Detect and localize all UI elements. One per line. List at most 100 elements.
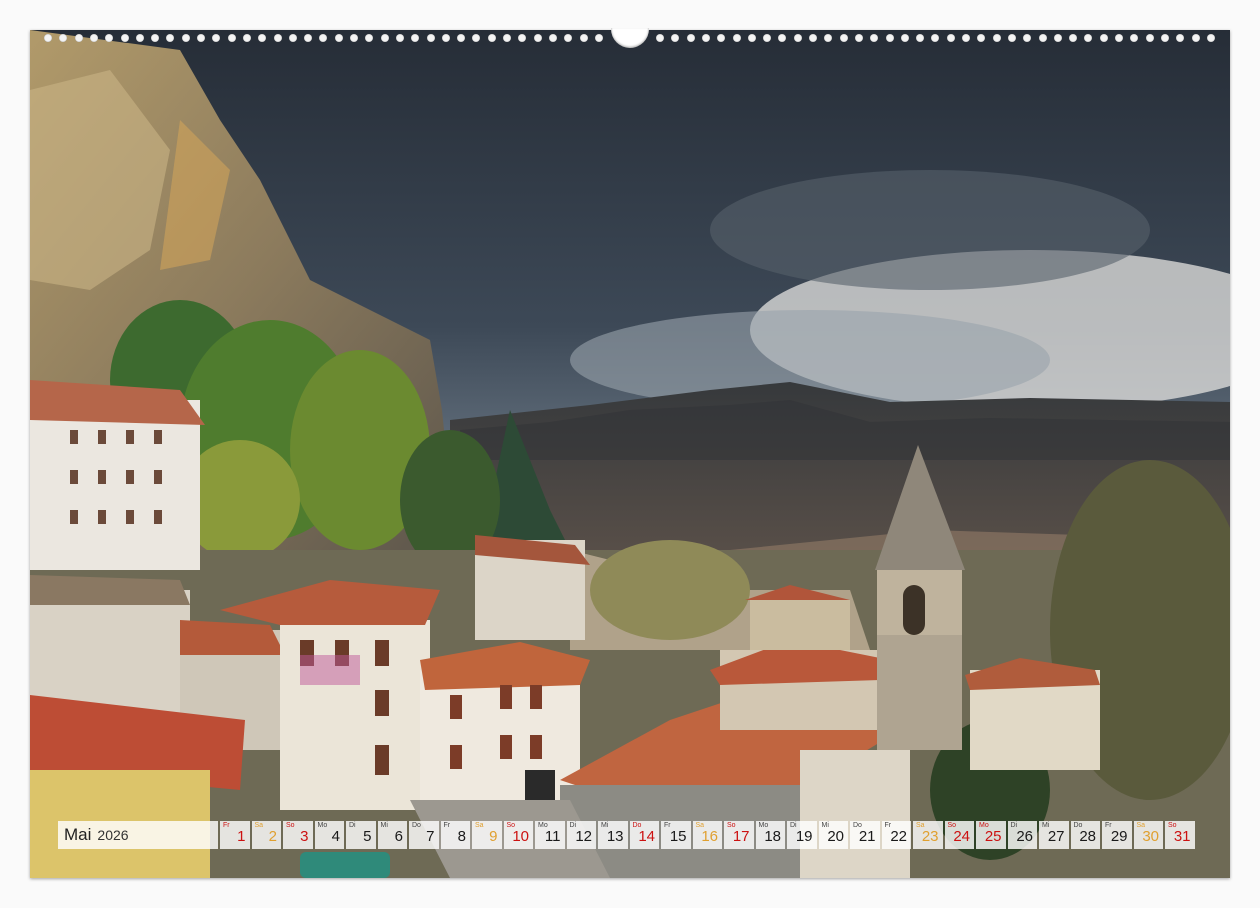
day-cells: Fr 1 Sa 2 So 3 Mo 4 Di 5 Mi 6 Do 7 Fr 8 Sa 9 So 10 Mo 11 Di 12 M…: [220, 821, 1195, 849]
day-number: 20: [827, 828, 844, 845]
binding-hole: [1191, 34, 1200, 42]
binding-hole: [44, 34, 52, 42]
day-cell: Mi 20: [818, 821, 848, 849]
binding-hole: [992, 34, 1001, 42]
day-cell: So 17: [724, 821, 754, 849]
binding-hole: [258, 34, 267, 42]
day-cell: Mo 25: [976, 821, 1006, 849]
binding-hole: [227, 34, 236, 42]
binding-hole: [931, 34, 940, 42]
binding-hole: [380, 34, 389, 42]
binding-hole: [946, 34, 955, 42]
day-number: 1: [237, 828, 246, 845]
day-cell: Sa 2: [251, 821, 281, 849]
day-cell: Mi 27: [1039, 821, 1069, 849]
binding-hole: [457, 34, 466, 42]
binding-hole: [732, 34, 741, 42]
day-number: 3: [300, 828, 309, 845]
day-cell: Mo 18: [755, 821, 785, 849]
day-cell: Mi 13: [598, 821, 628, 849]
binding-hole: [701, 34, 710, 42]
binding-hole: [962, 34, 970, 42]
day-cell: Fr 8: [440, 821, 470, 849]
binding-hole: [977, 34, 986, 42]
day-cell: Do 21: [850, 821, 880, 849]
day-cell: Fr 1: [220, 821, 250, 849]
binding-hole: [1023, 34, 1032, 42]
binding-hole: [395, 34, 404, 42]
binding-hole: [1130, 34, 1139, 42]
day-cell: Fr 29: [1102, 821, 1132, 849]
binding-hole: [503, 34, 511, 42]
binding-hole: [105, 34, 114, 42]
binding-hole: [747, 34, 756, 42]
day-number: 28: [1079, 828, 1096, 845]
weekday-label: So: [286, 822, 295, 829]
binding-hole: [74, 34, 83, 42]
day-number: 22: [890, 828, 907, 845]
day-cell: So 3: [283, 821, 313, 849]
day-number: 29: [1110, 828, 1128, 845]
day-number: 4: [331, 828, 340, 845]
day-cell: So 31: [1165, 821, 1195, 849]
binding-hole: [273, 34, 282, 42]
binding-hole: [548, 34, 557, 42]
day-number: 21: [858, 828, 876, 845]
day-cell: Fr 22: [881, 821, 911, 849]
month-label: Mai 2026: [58, 821, 218, 849]
binding-hole: [411, 34, 420, 42]
day-number: 10: [512, 828, 529, 845]
day-number: 25: [984, 828, 1002, 845]
day-cell: Sa 16: [692, 821, 722, 849]
calendar-strip: Mai 2026 Fr 1 Sa 2 So 3 Mo 4 Di 5 Mi 6 Do 7 Fr 8 Sa 9 So 10…: [58, 821, 1202, 849]
village-scene: [30, 30, 1230, 878]
binding-hole: [763, 34, 772, 42]
binding-hole: [151, 34, 160, 42]
binding-hole: [656, 34, 664, 42]
binding-hole: [1160, 34, 1169, 42]
day-number: 23: [921, 828, 939, 845]
day-cell: Sa 30: [1133, 821, 1163, 849]
day-cell: Sa 9: [472, 821, 502, 849]
binding-hole: [1145, 34, 1154, 42]
day-number: 15: [669, 828, 687, 845]
day-cell: Di 19: [787, 821, 817, 849]
year-label: 2026: [97, 827, 129, 843]
binding-hole: [1099, 34, 1108, 42]
binding-hole: [1115, 34, 1123, 42]
binding-hole: [809, 34, 817, 42]
weekday-label: Sa: [254, 822, 264, 829]
binding-hole: [916, 34, 925, 42]
day-number: 16: [701, 828, 718, 845]
binding-hole: [1069, 34, 1078, 42]
binding-hole: [242, 34, 251, 42]
weekday-label: Mi: [380, 822, 388, 829]
binding-hole: [135, 34, 144, 42]
day-number: 8: [457, 828, 466, 845]
day-number: 5: [363, 828, 372, 845]
day-cell: Do 14: [629, 821, 659, 849]
calendar-page: Mai 2026 Fr 1 Sa 2 So 3 Mo 4 Di 5 Mi 6 Do 7 Fr 8 Sa 9 So 10…: [0, 0, 1260, 908]
day-number: 31: [1173, 828, 1191, 845]
binding-hole: [717, 34, 726, 42]
binding-hole: [1007, 34, 1016, 42]
day-number: 19: [795, 828, 813, 845]
day-cell: Fr 15: [661, 821, 691, 849]
weekday-label: Mo: [317, 822, 328, 829]
weekday-label: Fr: [223, 822, 230, 829]
day-number: 13: [606, 828, 624, 845]
day-number: 14: [638, 828, 655, 845]
binding-hole: [487, 34, 496, 42]
day-number: 26: [1016, 828, 1033, 845]
day-number: 11: [544, 828, 561, 845]
day-cell: Do 7: [409, 821, 439, 849]
binding-hole: [166, 34, 175, 42]
day-cell: Mi 6: [377, 821, 407, 849]
day-number: 27: [1047, 828, 1065, 845]
day-cell: Di 26: [1007, 821, 1037, 849]
binding-hole: [441, 34, 450, 42]
binding-hole: [1206, 34, 1215, 42]
binding-hole: [120, 34, 129, 42]
binding-hole: [288, 34, 297, 42]
binding-hole: [59, 34, 68, 42]
